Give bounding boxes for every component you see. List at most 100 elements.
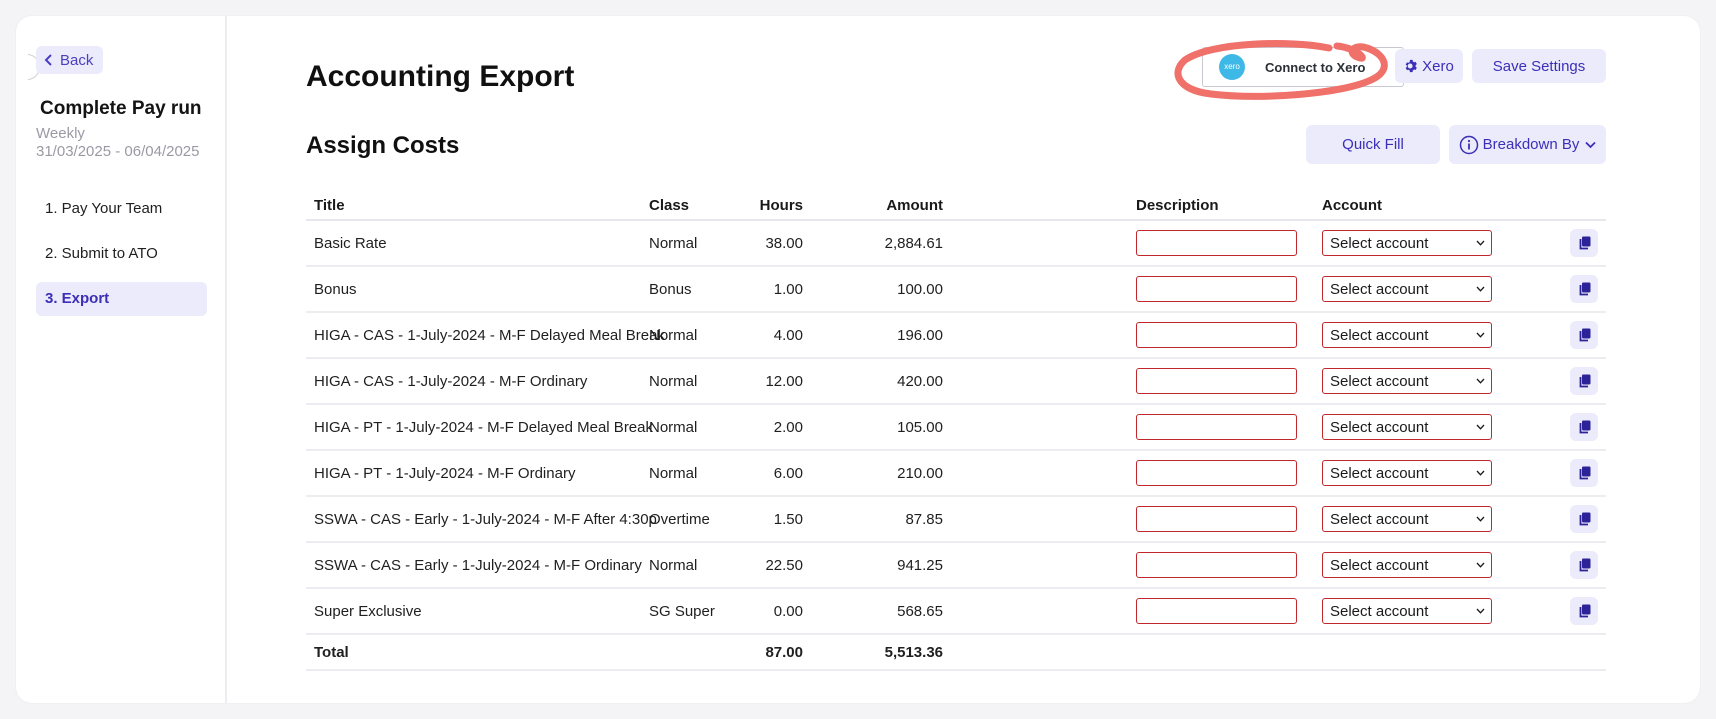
description-input[interactable]	[1136, 506, 1297, 532]
page-title: Accounting Export	[306, 60, 575, 93]
chevron-down-icon	[1476, 286, 1485, 292]
step-list: 1. Pay Your Team 2. Submit to ATO 3. Exp…	[36, 192, 207, 327]
chevron-down-icon	[1585, 141, 1596, 148]
row-spacer	[951, 542, 1128, 589]
row-account-cell: Select account	[1314, 496, 1500, 543]
copy-icon	[1579, 374, 1590, 388]
row-actions-cell	[1500, 220, 1606, 267]
account-select[interactable]: Select account	[1322, 552, 1492, 578]
total-empty-2	[1128, 634, 1314, 671]
breakdown-by-button[interactable]: Breakdown By	[1449, 125, 1606, 164]
header-hours: Hours	[751, 192, 811, 221]
row-hours: 4.00	[751, 312, 811, 359]
row-amount: 196.00	[811, 312, 951, 359]
row-spacer	[951, 404, 1128, 451]
row-actions-cell	[1500, 450, 1606, 497]
row-title: SSWA - CAS - Early - 1-July-2024 - M-F O…	[306, 542, 642, 589]
row-hours: 1.00	[751, 266, 811, 313]
description-input[interactable]	[1136, 230, 1297, 256]
description-input[interactable]	[1136, 460, 1297, 486]
header-class: Class	[641, 192, 751, 221]
row-amount: 941.25	[811, 542, 951, 589]
quick-fill-button[interactable]: Quick Fill	[1306, 125, 1440, 164]
copy-button[interactable]	[1570, 275, 1598, 303]
copy-button[interactable]	[1570, 459, 1598, 487]
copy-button[interactable]	[1570, 505, 1598, 533]
row-title: Super Exclusive	[306, 588, 641, 635]
copy-button[interactable]	[1570, 597, 1598, 625]
row-actions-cell	[1500, 404, 1606, 451]
row-account-cell: Select account	[1314, 404, 1500, 451]
row-class: Normal	[641, 450, 751, 497]
row-class: SG Super	[641, 588, 751, 635]
row-description-cell	[1128, 496, 1314, 543]
account-select-value: Select account	[1330, 602, 1429, 620]
account-select-value: Select account	[1330, 234, 1429, 252]
step-pay-your-team[interactable]: 1. Pay Your Team	[36, 192, 207, 226]
description-input[interactable]	[1136, 368, 1297, 394]
back-button[interactable]: Back	[36, 46, 104, 74]
chevron-left-icon	[44, 54, 52, 66]
row-account-cell: Select account	[1314, 220, 1500, 267]
table-row: HIGA - CAS - 1-July-2024 - M-F Delayed M…	[306, 312, 1606, 359]
header-amount: Amount	[811, 192, 951, 221]
gear-icon	[1405, 59, 1418, 73]
row-spacer	[951, 358, 1128, 405]
chevron-down-icon	[1476, 424, 1485, 430]
row-hours: 38.00	[751, 220, 811, 267]
row-title: HIGA - CAS - 1-July-2024 - M-F Delayed M…	[306, 312, 665, 359]
description-input[interactable]	[1136, 552, 1297, 578]
row-class: Bonus	[641, 266, 751, 313]
copy-button[interactable]	[1570, 551, 1598, 579]
copy-icon	[1579, 328, 1590, 342]
account-select[interactable]: Select account	[1322, 322, 1492, 348]
description-input[interactable]	[1136, 414, 1297, 440]
xero-settings-label: Xero	[1422, 57, 1454, 75]
connect-to-xero-button[interactable]: xero Connect to Xero	[1202, 47, 1404, 87]
row-hours: 12.00	[751, 358, 811, 405]
row-account-cell: Select account	[1314, 312, 1500, 359]
chevron-down-icon	[1476, 516, 1485, 522]
chevron-down-icon	[1476, 562, 1485, 568]
xero-settings-button[interactable]: Xero	[1395, 49, 1463, 83]
copy-button[interactable]	[1570, 413, 1598, 441]
row-description-cell	[1128, 588, 1314, 635]
copy-button[interactable]	[1570, 229, 1598, 257]
account-select[interactable]: Select account	[1322, 506, 1492, 532]
account-select[interactable]: Select account	[1322, 230, 1492, 256]
row-actions-cell	[1500, 588, 1606, 635]
copy-button[interactable]	[1570, 321, 1598, 349]
account-select[interactable]: Select account	[1322, 460, 1492, 486]
table-row: HIGA - PT - 1-July-2024 - M-F Delayed Me…	[306, 404, 1606, 451]
total-empty-3	[1314, 634, 1500, 671]
description-input[interactable]	[1136, 322, 1297, 348]
step-submit-to-ato[interactable]: 2. Submit to ATO	[36, 237, 207, 271]
description-input[interactable]	[1136, 598, 1297, 624]
pay-run-title: Complete Pay run	[40, 98, 202, 119]
row-hours: 22.50	[751, 542, 811, 589]
row-description-cell	[1128, 404, 1314, 451]
header-spacer	[951, 192, 1128, 221]
row-description-cell	[1128, 450, 1314, 497]
xero-logo-icon: xero	[1219, 54, 1245, 80]
account-select-value: Select account	[1330, 510, 1429, 528]
account-select[interactable]: Select account	[1322, 368, 1492, 394]
step-export[interactable]: 3. Export	[36, 282, 207, 316]
row-spacer	[951, 450, 1128, 497]
row-actions-cell	[1500, 266, 1606, 313]
save-settings-button[interactable]: Save Settings	[1472, 49, 1606, 83]
copy-button[interactable]	[1570, 367, 1598, 395]
description-input[interactable]	[1136, 276, 1297, 302]
copy-icon	[1579, 236, 1590, 250]
row-actions-cell	[1500, 496, 1606, 543]
row-account-cell: Select account	[1314, 450, 1500, 497]
account-select[interactable]: Select account	[1322, 276, 1492, 302]
row-title: Basic Rate	[306, 220, 641, 267]
row-spacer	[951, 220, 1128, 267]
account-select[interactable]: Select account	[1322, 414, 1492, 440]
row-description-cell	[1128, 266, 1314, 313]
pay-run-dates: 31/03/2025 - 06/04/2025	[36, 143, 200, 160]
account-select[interactable]: Select account	[1322, 598, 1492, 624]
row-spacer	[951, 266, 1128, 313]
row-spacer	[951, 588, 1128, 635]
